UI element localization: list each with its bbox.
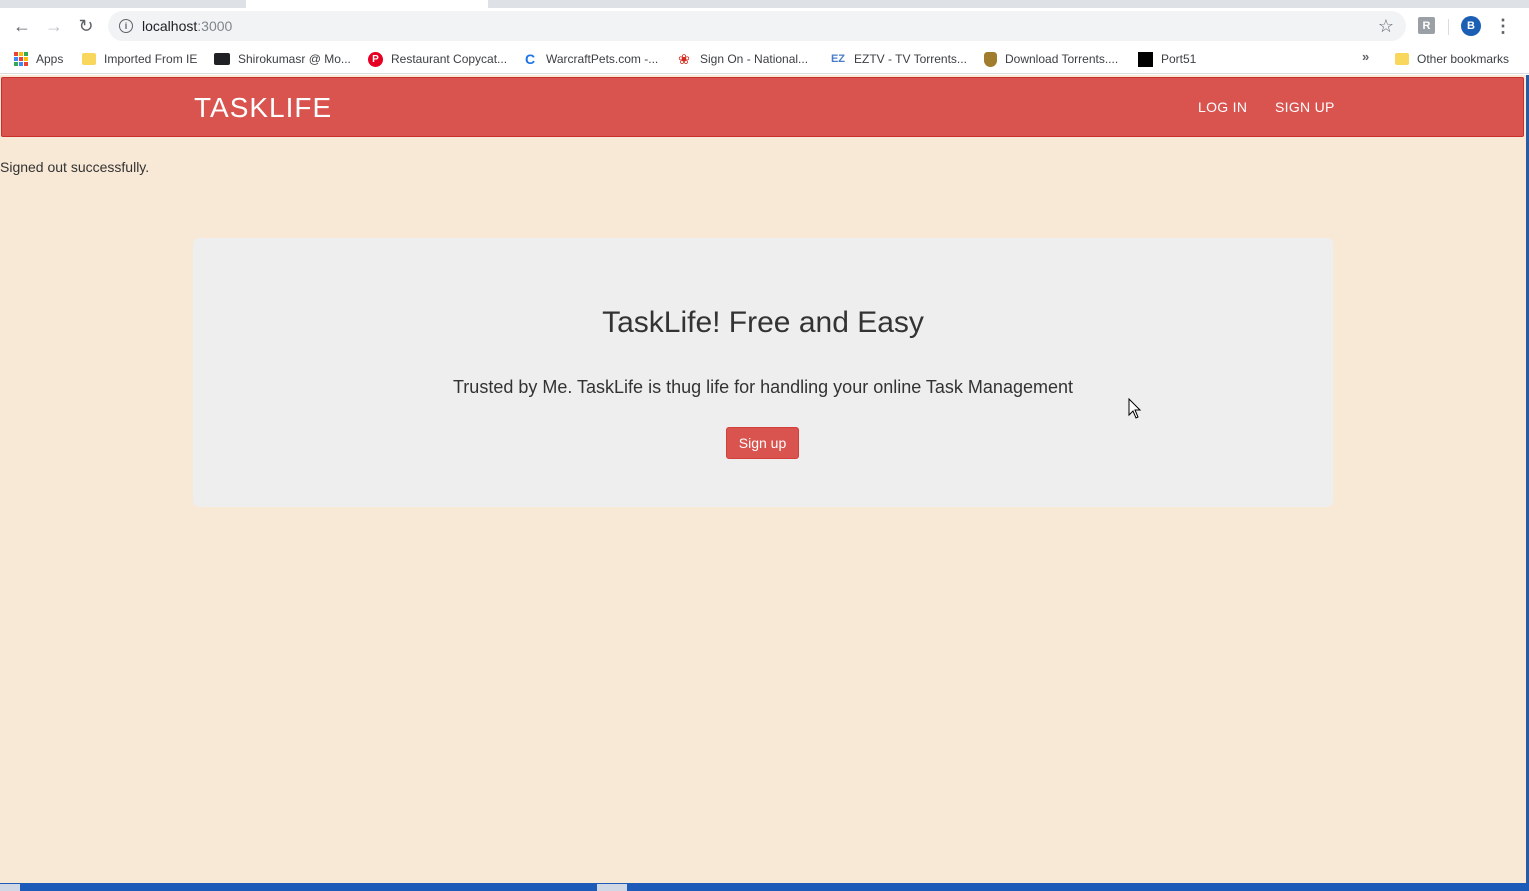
- bookmark-other-bookmarks[interactable]: Other bookmarks: [1395, 49, 1509, 69]
- port51-icon: [1138, 51, 1153, 67]
- signup-link[interactable]: SIGN UP: [1275, 99, 1335, 115]
- profile-initial: B: [1467, 20, 1475, 32]
- bookmark-label: Port51: [1161, 52, 1197, 66]
- tab-strip: [0, 0, 1529, 8]
- folder-icon: [82, 53, 96, 65]
- browser-toolbar: ← → ↻ i localhost:3000 ☆ R B ⋮: [0, 8, 1529, 44]
- bookmark-restaurant-copycat[interactable]: P Restaurant Copycat...: [368, 49, 507, 69]
- apps-icon: [14, 52, 28, 66]
- extension-label: R: [1422, 19, 1431, 32]
- forward-arrow-icon[interactable]: →: [42, 14, 66, 38]
- url-text[interactable]: localhost:3000: [142, 18, 232, 34]
- flash-notice: Signed out successfully.: [0, 159, 150, 175]
- url-host: localhost: [142, 18, 198, 34]
- bookmark-imported-from-ie[interactable]: Imported From IE: [82, 49, 197, 69]
- address-bar[interactable]: i localhost:3000 ☆: [108, 11, 1406, 41]
- taskbar-item[interactable]: [0, 884, 20, 891]
- maple-leaf-icon: ❀: [678, 50, 690, 67]
- bookmark-apps[interactable]: Apps: [14, 49, 63, 69]
- reload-icon[interactable]: ↻: [74, 14, 98, 38]
- warcraftpets-icon: C: [524, 51, 536, 67]
- app-navbar: TASKLIFE LOG IN SIGN UP: [1, 77, 1524, 137]
- url-port: :3000: [197, 18, 233, 34]
- bookmarks-bar: Apps Imported From IE Shirokumasr @ Mo..…: [0, 44, 1529, 74]
- bookmark-label: Download Torrents....: [1005, 52, 1119, 66]
- profile-avatar[interactable]: B: [1461, 16, 1481, 36]
- kebab-menu-icon[interactable]: ⋮: [1494, 14, 1512, 38]
- signup-button[interactable]: Sign up: [726, 427, 799, 459]
- taskbar-item[interactable]: [597, 884, 627, 891]
- info-icon[interactable]: i: [119, 19, 133, 33]
- bookmark-warcraftpets[interactable]: C WarcraftPets.com -...: [522, 49, 658, 69]
- bookmark-label: Sign On - National...: [700, 52, 809, 66]
- bookmark-label: Shirokumasr @ Mo...: [238, 52, 351, 66]
- page-content: TASKLIFE LOG IN SIGN UP Signed out succe…: [0, 75, 1526, 883]
- eztv-icon: EZ: [830, 53, 846, 65]
- toolbar-divider: [1448, 19, 1449, 35]
- bookmark-label: WarcraftPets.com -...: [546, 52, 659, 66]
- bookmark-label: Other bookmarks: [1417, 52, 1510, 66]
- hero-title: TaskLife! Free and Easy: [602, 306, 924, 339]
- active-tab[interactable]: [246, 0, 488, 8]
- back-arrow-icon[interactable]: ←: [10, 14, 34, 38]
- bookmark-label: Imported From IE: [104, 52, 198, 66]
- pinterest-icon: P: [368, 51, 383, 67]
- more-bookmarks-chevron-icon[interactable]: »: [1362, 49, 1369, 64]
- bookmark-port51[interactable]: Port51: [1138, 49, 1196, 69]
- bookmark-download-torrents[interactable]: Download Torrents....: [984, 49, 1118, 69]
- bookmark-sign-on-national[interactable]: ❀ Sign On - National...: [676, 49, 808, 69]
- login-link[interactable]: LOG IN: [1198, 99, 1247, 115]
- hero-jumbotron: TaskLife! Free and Easy Trusted by Me. T…: [193, 238, 1333, 507]
- brand-logo[interactable]: TASKLIFE: [194, 92, 332, 124]
- star-icon[interactable]: ☆: [1378, 16, 1394, 37]
- film-icon: [214, 53, 230, 65]
- bookmark-label: EZTV - TV Torrents...: [854, 52, 967, 66]
- bookmark-label: Restaurant Copycat...: [391, 52, 508, 66]
- bookmark-label: Apps: [36, 52, 64, 66]
- bookmark-shirokumasr[interactable]: Shirokumasr @ Mo...: [214, 49, 351, 69]
- extension-icon[interactable]: R: [1418, 17, 1435, 34]
- shield-icon: [984, 51, 997, 67]
- mouse-cursor-icon: [1128, 398, 1142, 419]
- folder-icon: [1395, 53, 1409, 65]
- hero-tagline: Trusted by Me. TaskLife is thug life for…: [452, 377, 1073, 397]
- os-taskbar: [0, 883, 1529, 891]
- bookmark-eztv[interactable]: EZ EZTV - TV Torrents...: [830, 49, 967, 69]
